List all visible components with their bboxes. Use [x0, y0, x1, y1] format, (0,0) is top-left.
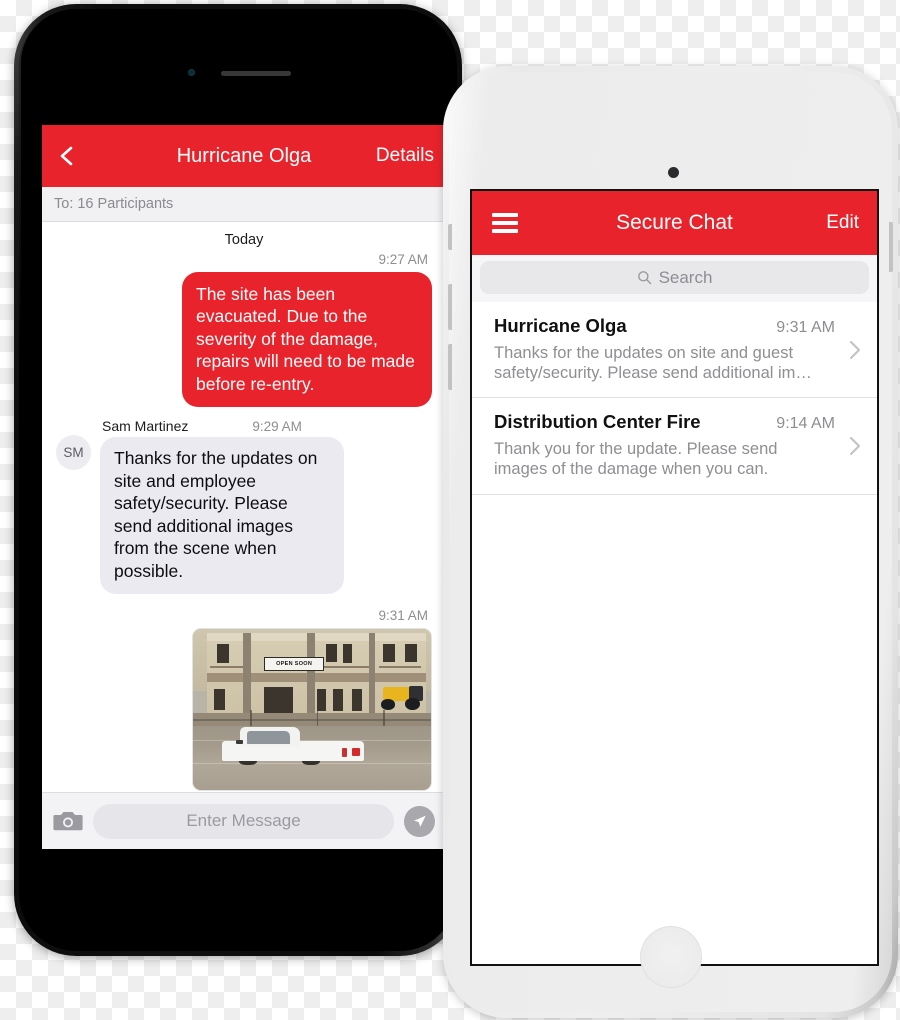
app-title: Secure Chat: [616, 211, 733, 234]
list-item-header: Hurricane Olga 9:31 AM: [494, 315, 835, 337]
conversation-name: Hurricane Olga: [494, 315, 627, 336]
message-input-placeholder: Enter Message: [186, 811, 301, 830]
black-phone-device: Hurricane Olga Details To: 16 Participan…: [14, 4, 462, 956]
proximity-sensor-icon: [668, 167, 679, 178]
photo-bulldozer-wheel: [381, 699, 395, 710]
photo-truck-taillight: [341, 747, 348, 757]
conversation-name: Distribution Center Fire: [494, 411, 701, 433]
photo-column: [242, 632, 251, 717]
list-header: Secure Chat Edit: [472, 191, 877, 255]
avatar: SM: [56, 434, 91, 470]
photo-railing: [316, 666, 370, 669]
camera-icon[interactable]: [53, 809, 83, 833]
photo-window: [214, 688, 226, 710]
photo-window: [316, 688, 327, 712]
photo-bulldozer: [379, 686, 424, 710]
photo-window: [342, 643, 353, 664]
list-item[interactable]: Distribution Center Fire 9:14 AM Thank y…: [472, 398, 877, 495]
photo-truck-window: [247, 731, 291, 745]
chevron-left-icon[interactable]: [56, 145, 78, 167]
message-timestamp: 9:31 AM: [378, 608, 428, 624]
front-camera-icon: [188, 69, 195, 76]
search-placeholder: Search: [658, 267, 713, 287]
day-divider: Today: [224, 232, 264, 248]
conversation-time: 9:14 AM: [776, 415, 835, 433]
volume-up-button[interactable]: [448, 284, 452, 330]
power-button[interactable]: [889, 222, 893, 272]
photo-truck-mirror: [235, 739, 243, 745]
list-item[interactable]: Hurricane Olga 9:31 AM Thanks for the up…: [472, 302, 877, 399]
photo-open-soon-sign: OPEN SOON: [264, 656, 324, 672]
sender-name: Sam Martinez: [102, 417, 189, 434]
conversation-list-screen: Secure Chat Edit Search Hurricane Olga 9…: [470, 189, 879, 966]
photo-attachment[interactable]: OPEN SOON: [192, 628, 432, 792]
photo-column: [369, 632, 375, 717]
hamburger-bar: [492, 221, 518, 225]
chevron-right-icon[interactable]: [847, 433, 863, 459]
message-timestamp: 9:27 AM: [378, 252, 428, 267]
photo-railing: [209, 666, 243, 669]
photo-bulldozer-wheel: [404, 698, 421, 710]
message-timestamp: 9:29 AM: [252, 418, 302, 434]
photo-window: [326, 643, 337, 662]
mute-switch-button[interactable]: [448, 224, 452, 250]
list-item-header: Distribution Center Fire 9:14 AM: [494, 411, 835, 433]
photo-railing: [378, 666, 422, 669]
white-phone-device: Secure Chat Edit Search Hurricane Olga 9…: [443, 66, 898, 1018]
white-phone-bezel: Secure Chat Edit Search Hurricane Olga 9…: [448, 72, 893, 1012]
incoming-message-column: Sam Martinez 9:29 AM Thanks for the upda…: [100, 418, 344, 595]
message-input-bar: Enter Message: [42, 792, 446, 849]
message-bubble-incoming[interactable]: Thanks for the updates on site and emplo…: [100, 436, 344, 595]
send-button[interactable]: [404, 805, 435, 837]
photo-sign-text: OPEN SOON: [276, 660, 313, 667]
conversation-time: 9:31 AM: [776, 319, 835, 336]
participants-bar[interactable]: To: 16 Participants: [42, 187, 446, 222]
photo-fence: [193, 719, 431, 721]
message-thread[interactable]: Today 9:27 AM The site has been evacuate…: [42, 222, 446, 792]
home-button[interactable]: [639, 926, 702, 988]
chevron-right-icon[interactable]: [847, 337, 863, 363]
chat-screen: Hurricane Olga Details To: 16 Participan…: [42, 125, 446, 849]
conversation-preview: Thank you for the update. Please send im…: [494, 440, 778, 479]
photo-doorway: [264, 687, 293, 715]
volume-down-button[interactable]: [448, 344, 452, 390]
message-bubble-outgoing[interactable]: The site has been evacuated. Due to the …: [182, 272, 432, 407]
search-bar-container: Search: [472, 255, 877, 302]
hamburger-bar: [492, 229, 518, 233]
participants-label: To: 16 Participants: [54, 196, 174, 212]
message-input-field[interactable]: Enter Message: [93, 803, 394, 839]
hamburger-menu-icon[interactable]: [492, 209, 518, 237]
edit-button[interactable]: Edit: [826, 212, 859, 234]
photo-window: [383, 643, 396, 662]
photo-truck-taillight: [351, 747, 361, 757]
photo-window: [216, 643, 229, 664]
message-row-incoming: SM Sam Martinez 9:29 AM Thanks for the u…: [56, 418, 432, 595]
message-row-photo: OPEN SOON: [56, 628, 432, 792]
photo-window: [352, 688, 362, 712]
message-row-outgoing: The site has been evacuated. Due to the …: [56, 272, 432, 407]
photo-window: [333, 688, 343, 712]
send-paper-plane-icon: [414, 815, 426, 827]
chat-header: Hurricane Olga Details: [42, 125, 446, 187]
conversation-list: Hurricane Olga 9:31 AM Thanks for the up…: [472, 302, 877, 495]
search-icon: [637, 271, 651, 285]
photo-building-roof: [207, 632, 427, 641]
earpiece-speaker-icon: [221, 71, 291, 76]
conversation-preview: Thanks for the updates on site and guest…: [494, 344, 812, 383]
incoming-message-meta: Sam Martinez 9:29 AM: [100, 418, 344, 437]
photo-pickup-truck: [221, 727, 365, 766]
details-button[interactable]: Details: [376, 145, 434, 167]
hamburger-bar: [492, 213, 518, 217]
black-phone-glass: Hurricane Olga Details To: 16 Participan…: [21, 11, 455, 949]
photo-column: [307, 632, 315, 717]
photo-floor-band: [207, 672, 427, 683]
photo-window: [404, 643, 417, 662]
search-input[interactable]: Search: [480, 261, 869, 294]
